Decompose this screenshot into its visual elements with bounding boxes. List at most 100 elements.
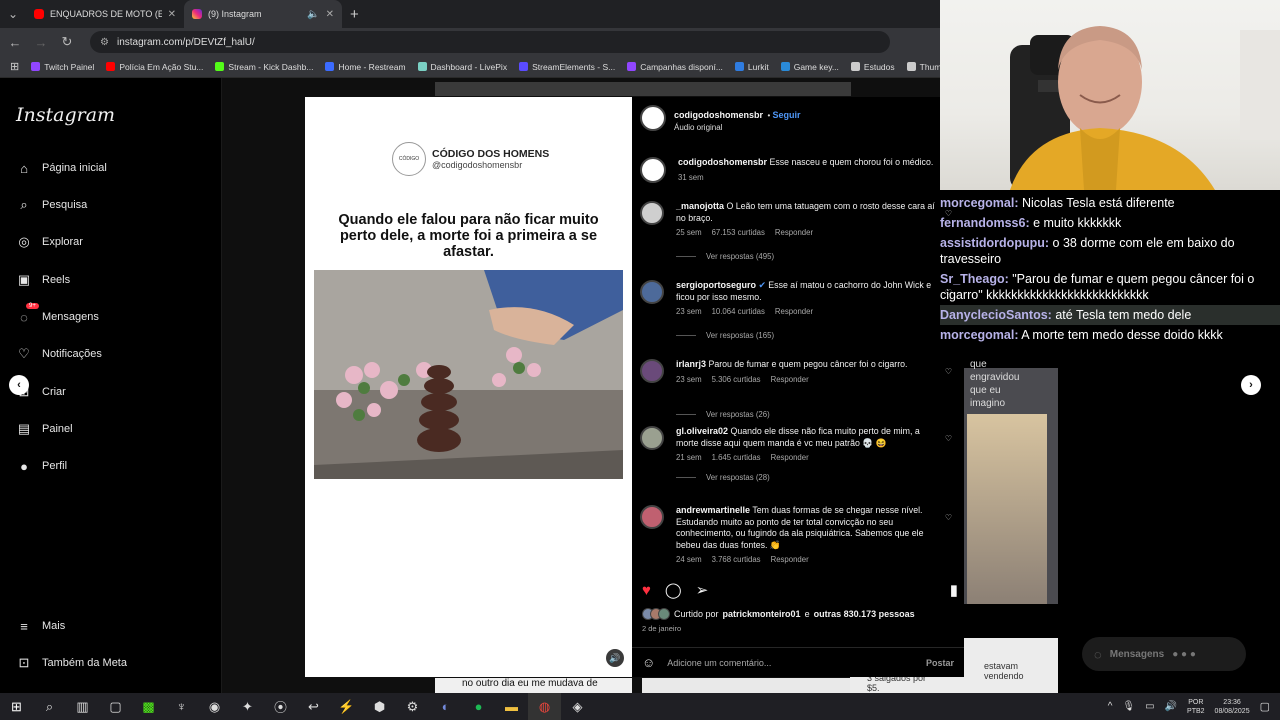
- nav-item-menu[interactable]: ≡ Mais: [16, 618, 65, 634]
- commenter-username[interactable]: irlanrj3: [676, 359, 706, 369]
- messages-bar[interactable]: ◌ Mensagens ● ● ●: [1082, 637, 1246, 671]
- task-view-icon[interactable]: ▥: [66, 693, 99, 720]
- reply-button[interactable]: Responder: [775, 307, 813, 316]
- tab-search-icon[interactable]: ⌄: [0, 0, 26, 28]
- volume-icon[interactable]: 🔊: [1165, 701, 1177, 712]
- view-replies-button[interactable]: Ver respostas (165): [676, 331, 774, 340]
- post-media[interactable]: CÓDIGO CÓDIGO DOS HOMENS @codigodoshomen…: [305, 97, 632, 677]
- chat-username[interactable]: assistidordopupu:: [940, 236, 1049, 250]
- commenter-username[interactable]: andrewmartinelle: [676, 505, 750, 515]
- notifications-icon[interactable]: ▢: [1260, 700, 1270, 713]
- steam-icon[interactable]: ⚙: [396, 693, 429, 720]
- next-post-icon[interactable]: ›: [1241, 375, 1261, 395]
- comment-likes[interactable]: 10.064 curtidas: [712, 307, 765, 316]
- author-avatar[interactable]: [640, 157, 666, 183]
- close-tab-icon[interactable]: ✕: [168, 9, 176, 20]
- bookmark-item[interactable]: Twitch Painel: [31, 62, 94, 72]
- app-icon[interactable]: ⚡: [330, 693, 363, 720]
- comment-likes[interactable]: 67.153 curtidas: [712, 228, 765, 237]
- share-icon[interactable]: ➢: [696, 581, 709, 599]
- view-replies-button[interactable]: Ver respostas (28): [676, 473, 770, 482]
- bookmark-item[interactable]: StreamElements - S...: [519, 62, 615, 72]
- comment-like-icon[interactable]: ♡: [945, 367, 952, 376]
- nav-item-reels[interactable]: ▣ Reels: [16, 272, 70, 288]
- bookmark-item[interactable]: Game key...: [780, 62, 839, 72]
- comment-likes[interactable]: 5.306 curtidas: [712, 375, 761, 384]
- chevron-up-icon[interactable]: ^: [1108, 701, 1113, 712]
- app-icon[interactable]: ◈: [561, 693, 594, 720]
- app-icon[interactable]: ⦿: [264, 693, 297, 720]
- speaker-icon[interactable]: 🔈: [307, 9, 319, 20]
- view-replies-button[interactable]: Ver respostas (26): [676, 410, 770, 419]
- bookmark-item[interactable]: Dashboard - LivePix: [417, 62, 507, 72]
- forward-icon[interactable]: →: [34, 35, 48, 50]
- bookmark-item[interactable]: Stream - Kick Dashb...: [215, 62, 313, 72]
- file-explorer-icon[interactable]: ▢: [99, 693, 132, 720]
- comment-likes[interactable]: 1.645 curtidas: [712, 453, 761, 462]
- chat-username[interactable]: Sr_Theago:: [940, 272, 1009, 286]
- nav-item-home[interactable]: ⌂ Página inicial: [16, 160, 107, 176]
- apps-icon[interactable]: ⊞: [10, 60, 19, 73]
- nav-item-compass[interactable]: ◎ Explorar: [16, 234, 83, 250]
- bookmark-item[interactable]: Campanhas disponí...: [627, 62, 723, 72]
- discord-icon[interactable]: ◐: [429, 693, 462, 720]
- tab-youtube[interactable]: ENQUADROS DE MOTO (EP. 11) ✕: [26, 0, 184, 28]
- nav-item-messenger[interactable]: ◌ 9+ Mensagens: [16, 303, 99, 325]
- microphone-icon[interactable]: 🎙: [1122, 701, 1135, 712]
- follow-button[interactable]: Seguir: [773, 110, 801, 120]
- app-icon[interactable]: ♆: [165, 693, 198, 720]
- commenter-avatar[interactable]: [640, 426, 664, 450]
- chrome-icon[interactable]: ◍: [528, 693, 561, 720]
- caption-username[interactable]: codigodoshomensbr: [678, 157, 767, 167]
- chat-username[interactable]: DanyclecioSantos:: [940, 308, 1052, 322]
- commenter-username[interactable]: sergioportoseguro: [676, 280, 756, 290]
- author-avatar[interactable]: [640, 105, 666, 131]
- back-icon[interactable]: ←: [8, 35, 22, 50]
- app-icon[interactable]: ↩: [297, 693, 330, 720]
- commenter-username[interactable]: gl.oliveira02: [676, 426, 728, 436]
- windows-start-icon[interactable]: ⊞: [0, 693, 33, 720]
- reply-button[interactable]: Responder: [775, 228, 813, 237]
- reply-button[interactable]: Responder: [771, 375, 809, 384]
- bookmark-item[interactable]: Estudos: [850, 62, 895, 72]
- chat-username[interactable]: morcegomal:: [940, 328, 1019, 342]
- search-icon[interactable]: ⌕: [33, 693, 66, 720]
- comment-input[interactable]: Adicione um comentário...: [667, 658, 914, 668]
- new-tab-button[interactable]: +: [342, 6, 367, 23]
- audio-link[interactable]: Áudio original: [674, 123, 801, 132]
- instagram-logo[interactable]: Instagram: [16, 104, 115, 126]
- bookmark-item[interactable]: Lurkit: [734, 62, 769, 72]
- nav-item-heart[interactable]: ♡ Notificações: [16, 346, 102, 362]
- comment-like-icon[interactable]: ♡: [945, 513, 952, 522]
- liked-by-others[interactable]: outras 830.173 pessoas: [814, 609, 915, 619]
- spotify-icon[interactable]: ●: [462, 693, 495, 720]
- save-bookmark-icon[interactable]: ▮: [950, 581, 958, 599]
- chat-username[interactable]: fernandomss6:: [940, 216, 1030, 230]
- comment-likes[interactable]: 3.768 curtidas: [712, 555, 761, 564]
- nav-item-profile[interactable]: ● Perfil: [16, 458, 67, 474]
- obs-icon[interactable]: ◉: [198, 693, 231, 720]
- commenter-avatar[interactable]: [640, 359, 664, 383]
- view-replies-button[interactable]: Ver respostas (495): [676, 252, 774, 261]
- tab-instagram[interactable]: (9) Instagram 🔈 ✕: [184, 0, 342, 28]
- comment-icon[interactable]: ◯: [665, 581, 682, 599]
- nav-item-search[interactable]: ⌕ Pesquisa: [16, 197, 87, 213]
- post-comment-button[interactable]: Postar: [926, 658, 954, 668]
- app-icon[interactable]: ⬢: [363, 693, 396, 720]
- nav-item-dashboard[interactable]: ▤ Painel: [16, 421, 73, 437]
- language-indicator[interactable]: POR PTB2: [1187, 698, 1205, 716]
- liked-by-user[interactable]: patrickmonteiro01: [723, 609, 801, 619]
- bookmark-item[interactable]: Home - Restream: [325, 62, 406, 72]
- commenter-username[interactable]: _manojotta: [676, 201, 724, 211]
- nav-item-meta[interactable]: ⊡ Também da Meta: [16, 655, 127, 671]
- site-info-icon[interactable]: ⚙: [100, 37, 109, 48]
- app-icon[interactable]: ✦: [231, 693, 264, 720]
- bookmark-item[interactable]: Polícia Em Ação Stu...: [106, 62, 203, 72]
- reply-button[interactable]: Responder: [771, 555, 809, 564]
- close-tab-icon[interactable]: ✕: [326, 9, 334, 20]
- commenter-avatar[interactable]: [640, 280, 664, 304]
- reload-icon[interactable]: ↻: [60, 34, 74, 50]
- commenter-avatar[interactable]: [640, 505, 664, 529]
- emoji-icon[interactable]: ☺: [642, 655, 655, 670]
- sound-toggle-icon[interactable]: 🔊: [606, 649, 624, 667]
